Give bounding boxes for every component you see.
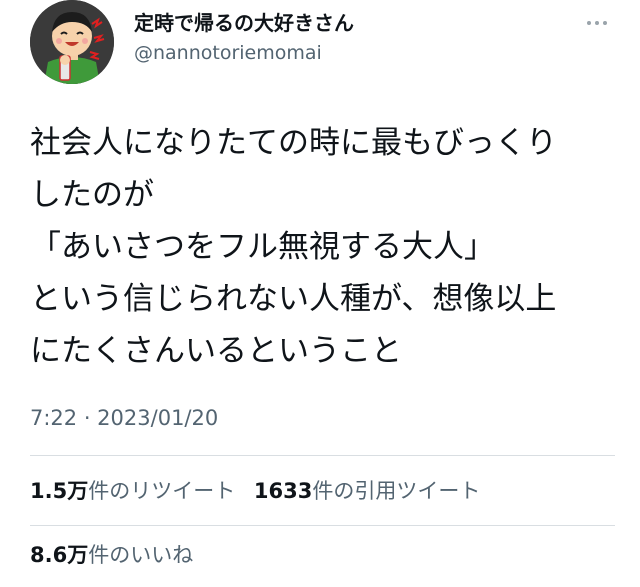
retweet-count-link[interactable]: 1.5万件のリツイート	[30, 476, 235, 506]
divider	[30, 525, 615, 526]
author-names: 定時で帰るの大好きさん @nannotoriemomai	[134, 10, 354, 66]
like-count-link[interactable]: 8.6万件のいいね	[30, 540, 193, 570]
tweet-text-line: にたくさんいるということ	[30, 333, 402, 369]
engagement-stats: 1.5万件のリツイート 1633件の引用ツイート	[30, 476, 492, 506]
retweet-label: 件のリツイート	[88, 479, 236, 503]
tweet-card: 定時で帰るの大好きさん @nannotoriemomai 社会人になりたての時に…	[0, 0, 640, 587]
tweet-header: 定時で帰るの大好きさん @nannotoriemomai	[30, 0, 620, 86]
quote-label: 件の引用ツイート	[312, 479, 481, 503]
author-display-name[interactable]: 定時で帰るの大好きさん	[134, 10, 354, 36]
like-count: 8.6万	[30, 543, 89, 567]
tweet-text-line: という信じられない人種が、想像以上	[30, 281, 557, 317]
likes-stats: 8.6万件のいいね	[30, 540, 205, 570]
like-label: 件のいいね	[88, 543, 194, 567]
quote-count-link[interactable]: 1633件の引用ツイート	[254, 476, 480, 506]
avatar-illustration-icon	[30, 0, 114, 84]
tweet-timestamp[interactable]: 7:22 · 2023/01/20	[30, 403, 218, 433]
tweet-text: 社会人になりたての時に最もびっくり したのが 「あいさつをフル無視する大人」 と…	[30, 117, 620, 377]
tweet-text-line: 「あいさつをフル無視する大人」	[30, 229, 495, 265]
avatar[interactable]	[30, 0, 114, 84]
more-dots-icon[interactable]	[582, 8, 612, 38]
more-dot	[595, 21, 599, 25]
tweet-text-line: 社会人になりたての時に最もびっくり	[30, 125, 557, 161]
more-dot	[587, 21, 591, 25]
retweet-count: 1.5万	[30, 479, 89, 503]
divider	[30, 455, 615, 456]
quote-count: 1633	[253, 479, 313, 503]
author-handle[interactable]: @nannotoriemomai	[134, 40, 354, 66]
tweet-text-line: したのが	[30, 177, 154, 213]
more-dot	[603, 21, 607, 25]
